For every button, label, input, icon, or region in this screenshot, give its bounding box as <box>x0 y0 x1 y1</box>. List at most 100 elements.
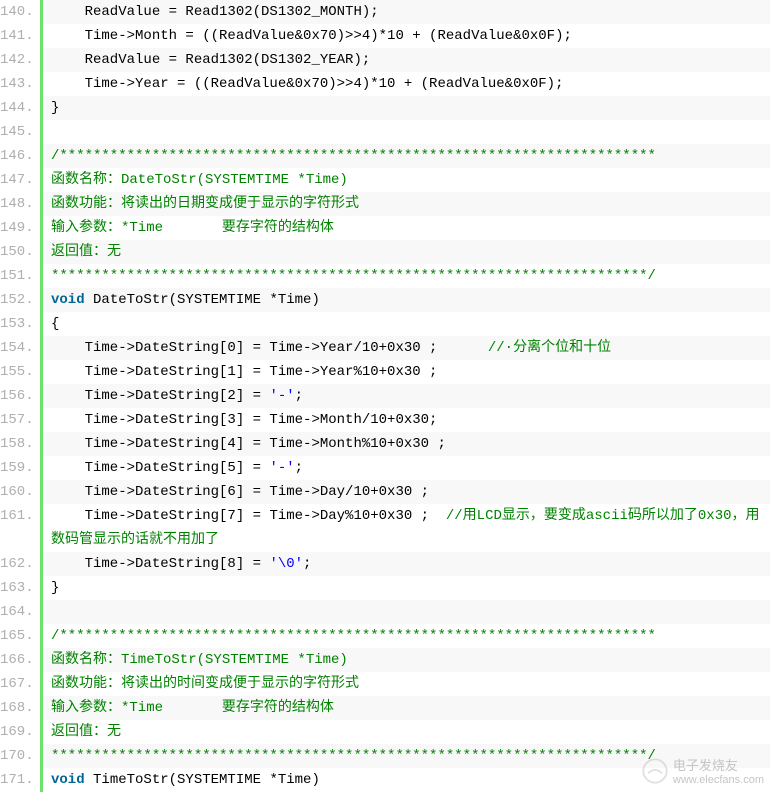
code-token: Time->DateString[3] = Time->Month/10+0x3… <box>51 412 437 428</box>
code-token: ; <box>295 460 303 476</box>
code-line: Time->DateString[4] = Time->Month%10+0x3… <box>43 432 770 456</box>
code-line: 输入参数：*Time 要存字符的结构体 <box>43 696 770 720</box>
code-token: //·分离个位和十位 <box>488 340 611 356</box>
line-number: 166. <box>0 648 32 672</box>
line-number: 161. <box>0 504 32 552</box>
code-token: '-' <box>269 460 294 476</box>
code-token: DateToStr(SYSTEMTIME *Time) <box>85 292 320 308</box>
code-token: Time->Month = ((ReadValue&0x70)>>4)*10 +… <box>51 28 572 44</box>
code-token: /***************************************… <box>51 148 656 164</box>
code-line: Time->DateString[5] = '-'; <box>43 456 770 480</box>
code-line: /***************************************… <box>43 144 770 168</box>
line-number: 142. <box>0 48 32 72</box>
code-token: ****************************************… <box>51 268 656 284</box>
code-line: Time->Month = ((ReadValue&0x70)>>4)*10 +… <box>43 24 770 48</box>
line-number: 145. <box>0 120 32 144</box>
code-line: ****************************************… <box>43 264 770 288</box>
code-line: 函数名称：DateToStr(SYSTEMTIME *Time) <box>43 168 770 192</box>
line-number: 146. <box>0 144 32 168</box>
line-number: 156. <box>0 384 32 408</box>
code-token: TimeToStr(SYSTEMTIME *Time) <box>85 772 320 788</box>
line-number: 151. <box>0 264 32 288</box>
code-token: 函数功能：将读出的日期变成便于显示的字符形式 <box>51 196 359 212</box>
line-number: 141. <box>0 24 32 48</box>
code-token: } <box>51 100 59 116</box>
code-line: ReadValue = Read1302(DS1302_MONTH); <box>43 0 770 24</box>
code-token: ****************************************… <box>51 748 656 764</box>
code-line: void TimeToStr(SYSTEMTIME *Time) <box>43 768 770 792</box>
code-line: 返回值：无 <box>43 720 770 744</box>
code-line <box>43 600 770 624</box>
code-line: ****************************************… <box>43 744 770 768</box>
code-line: Time->DateString[2] = '-'; <box>43 384 770 408</box>
code-line: Time->DateString[6] = Time->Day/10+0x30 … <box>43 480 770 504</box>
code-block: 140.141.142.143.144.145.146.147.148.149.… <box>0 0 770 792</box>
code-token <box>51 124 59 140</box>
code-line: Time->DateString[0] = Time->Year/10+0x30… <box>43 336 770 360</box>
line-number: 159. <box>0 456 32 480</box>
code-token: ; <box>295 388 303 404</box>
code-line: Time->DateString[3] = Time->Month/10+0x3… <box>43 408 770 432</box>
line-number: 167. <box>0 672 32 696</box>
line-number: 158. <box>0 432 32 456</box>
code-token: void <box>51 292 85 308</box>
code-token: ; <box>303 556 311 572</box>
line-number: 152. <box>0 288 32 312</box>
code-token: Time->DateString[4] = Time->Month%10+0x3… <box>51 436 446 452</box>
code-token: } <box>51 580 59 596</box>
code-token: Time->Year = ((ReadValue&0x70)>>4)*10 + … <box>51 76 563 92</box>
line-number: 160. <box>0 480 32 504</box>
code-token: Time->DateString[7] = Time->Day%10+0x30 … <box>51 508 446 524</box>
line-number: 170. <box>0 744 32 768</box>
code-line: /***************************************… <box>43 624 770 648</box>
code-line: 函数功能：将读出的时间变成便于显示的字符形式 <box>43 672 770 696</box>
code-token: Time->DateString[6] = Time->Day/10+0x30 … <box>51 484 429 500</box>
line-number: 154. <box>0 336 32 360</box>
line-number: 168. <box>0 696 32 720</box>
code-token: ReadValue = Read1302(DS1302_MONTH); <box>51 4 379 20</box>
code-token: Time->DateString[5] = <box>51 460 269 476</box>
line-number: 155. <box>0 360 32 384</box>
code-line: { <box>43 312 770 336</box>
line-number: 162. <box>0 552 32 576</box>
line-number: 169. <box>0 720 32 744</box>
code-token: void <box>51 772 85 788</box>
code-token: Time->DateString[8] = <box>51 556 269 572</box>
code-token: 函数名称：DateToStr(SYSTEMTIME *Time) <box>51 172 348 188</box>
line-number: 164. <box>0 600 32 624</box>
code-token: 输入参数：*Time 要存字符的结构体 <box>51 700 334 716</box>
code-area: ReadValue = Read1302(DS1302_MONTH); Time… <box>40 0 770 792</box>
code-token: Time->DateString[0] = Time->Year/10+0x30… <box>51 340 488 356</box>
line-number: 153. <box>0 312 32 336</box>
line-number: 165. <box>0 624 32 648</box>
code-token: /***************************************… <box>51 628 656 644</box>
line-number: 157. <box>0 408 32 432</box>
line-number: 150. <box>0 240 32 264</box>
code-line: Time->Year = ((ReadValue&0x70)>>4)*10 + … <box>43 72 770 96</box>
line-number: 144. <box>0 96 32 120</box>
line-number: 147. <box>0 168 32 192</box>
code-token: 返回值：无 <box>51 244 121 260</box>
code-line <box>43 120 770 144</box>
line-number-gutter: 140.141.142.143.144.145.146.147.148.149.… <box>0 0 40 792</box>
code-token: 返回值：无 <box>51 724 121 740</box>
code-token: 函数名称：TimeToStr(SYSTEMTIME *Time) <box>51 652 348 668</box>
code-token: ReadValue = Read1302(DS1302_YEAR); <box>51 52 370 68</box>
line-number: 149. <box>0 216 32 240</box>
code-line: ReadValue = Read1302(DS1302_YEAR); <box>43 48 770 72</box>
code-token: { <box>51 316 59 332</box>
code-line: Time->DateString[8] = '\0'; <box>43 552 770 576</box>
code-token: '\0' <box>269 556 303 572</box>
line-number: 171. <box>0 768 32 792</box>
code-line: void DateToStr(SYSTEMTIME *Time) <box>43 288 770 312</box>
code-line: 输入参数：*Time 要存字符的结构体 <box>43 216 770 240</box>
code-line: } <box>43 96 770 120</box>
code-token <box>51 604 59 620</box>
code-line: Time->DateString[1] = Time->Year%10+0x30… <box>43 360 770 384</box>
code-line: 函数功能：将读出的日期变成便于显示的字符形式 <box>43 192 770 216</box>
line-number: 140. <box>0 0 32 24</box>
code-line: 函数名称：TimeToStr(SYSTEMTIME *Time) <box>43 648 770 672</box>
code-token: Time->DateString[1] = Time->Year%10+0x30… <box>51 364 437 380</box>
code-line: } <box>43 576 770 600</box>
line-number: 163. <box>0 576 32 600</box>
